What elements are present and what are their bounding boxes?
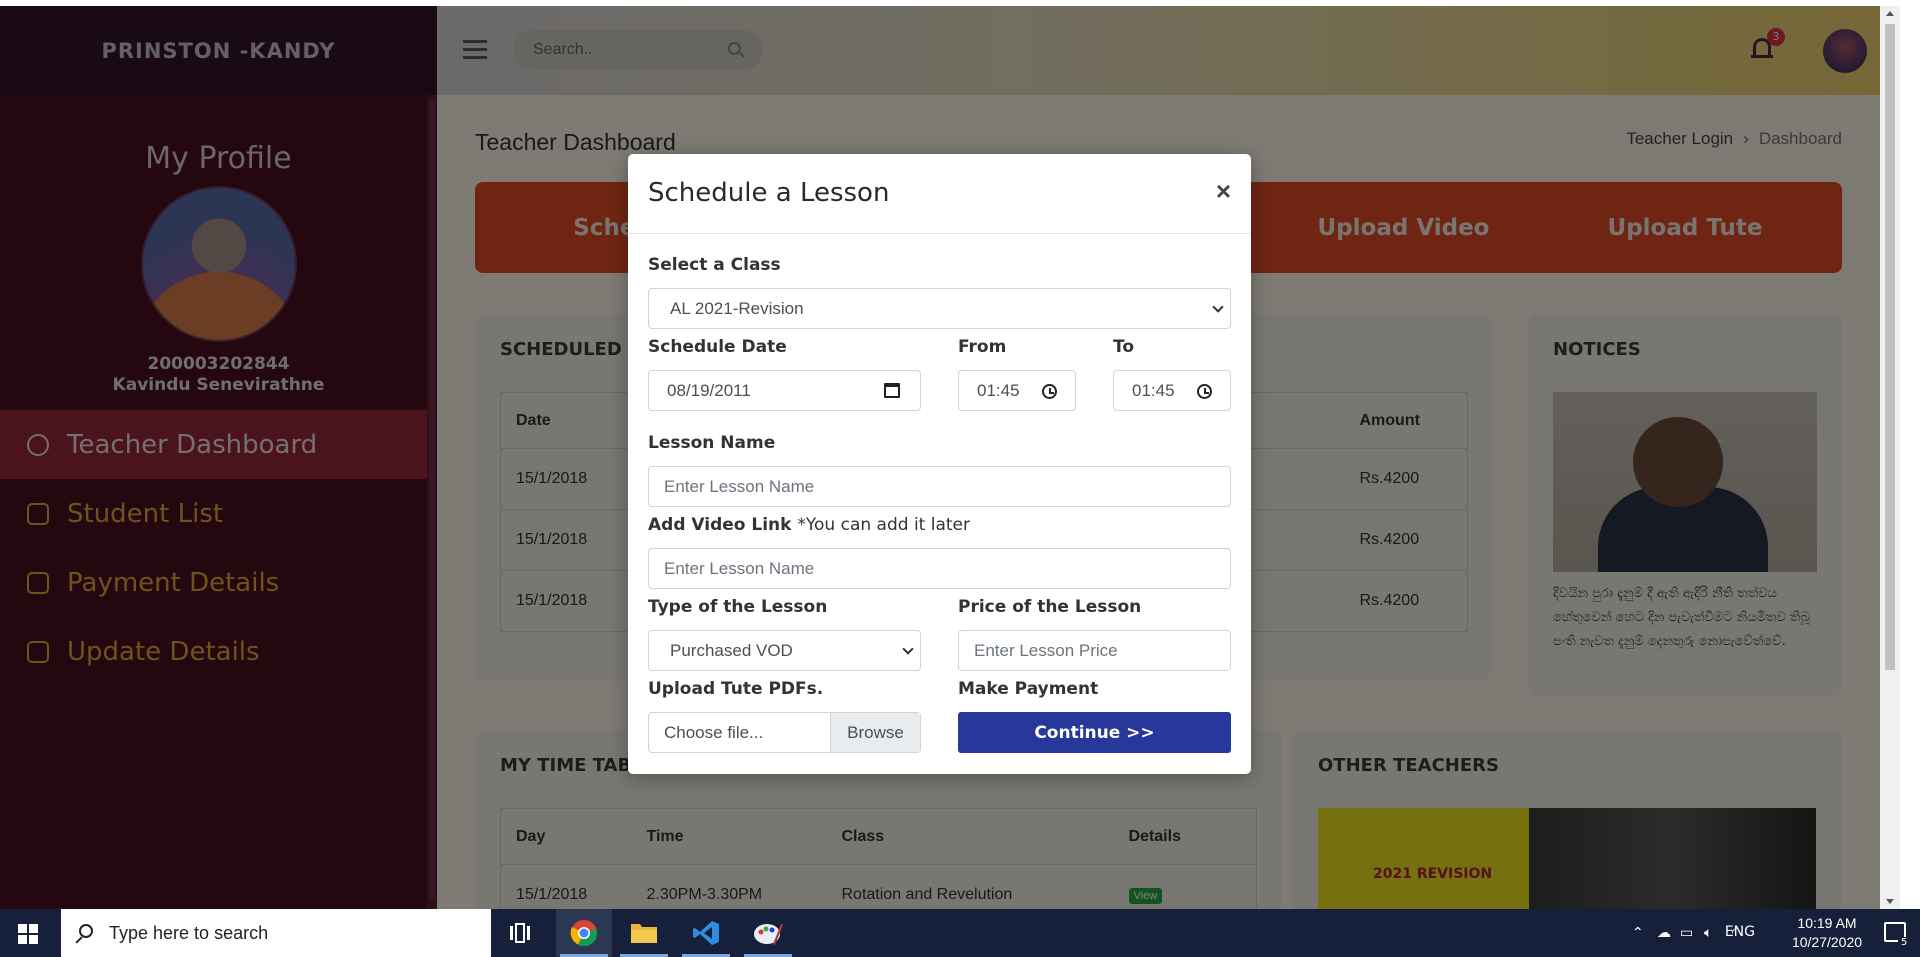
windows-start-icon[interactable] — [18, 924, 38, 944]
cloud-icon[interactable]: ☁ — [1657, 925, 1675, 941]
file-explorer-icon[interactable] — [616, 909, 672, 957]
notification-center-count: 5 — [1898, 937, 1910, 948]
page-scrollbar[interactable] — [1880, 6, 1900, 909]
clock-date: 10/27/2020 — [1791, 934, 1863, 950]
modal-title: Schedule a Lesson — [648, 178, 890, 208]
select-class-dropdown[interactable]: AL 2021-Revision — [648, 288, 1231, 329]
volume-icon[interactable]: 🔈︎ — [1704, 925, 1722, 941]
paint-icon[interactable] — [740, 909, 796, 957]
lesson-name-label: Lesson Name — [648, 433, 776, 453]
scroll-down-icon[interactable] — [1886, 899, 1894, 904]
select-class-label: Select a Class — [648, 255, 781, 275]
video-link-note: *You can add it later — [797, 515, 970, 535]
chevron-down-icon — [902, 643, 914, 655]
to-label: To — [1113, 337, 1135, 357]
schedule-date-value: 08/19/2011 — [667, 380, 751, 400]
from-time-input[interactable]: 01:45 — [958, 370, 1076, 411]
vscode-icon[interactable] — [678, 909, 734, 957]
lesson-type-value: Purchased VOD — [670, 640, 793, 660]
calendar-icon[interactable] — [884, 383, 900, 398]
lesson-type-label: Type of the Lesson — [648, 597, 828, 617]
scrollbar-thumb[interactable] — [1885, 24, 1895, 670]
file-upload-placeholder: Choose file... — [664, 722, 764, 742]
browse-button[interactable]: Browse — [830, 713, 920, 752]
task-view-icon[interactable] — [492, 909, 548, 957]
search-icon — [79, 924, 93, 938]
taskbar-search-box[interactable]: Type here to search — [61, 909, 491, 957]
modal-header: Schedule a Lesson × — [628, 154, 1251, 234]
windows-taskbar: Type here to search ⌃ ☁ ▭ 🔈︎ ◜ ENG 10:19… — [0, 909, 1920, 957]
upload-tute-label: Upload Tute PDFs. — [648, 679, 824, 699]
lesson-price-label: Price of the Lesson — [958, 597, 1142, 617]
video-link-label-text: Add Video Link — [648, 515, 792, 535]
file-upload-input[interactable]: Choose file... Browse — [648, 712, 921, 753]
lesson-type-dropdown[interactable]: Purchased VOD — [648, 630, 921, 671]
clock-time: 10:19 AM — [1797, 915, 1857, 931]
chrome-icon[interactable] — [556, 909, 612, 957]
video-link-label: Add Video Link *You can add it later — [648, 515, 970, 535]
video-link-input[interactable]: Enter Lesson Name — [648, 548, 1231, 589]
scroll-up-icon[interactable] — [1886, 11, 1894, 16]
from-time-value: 01:45 — [977, 380, 1020, 400]
battery-icon[interactable]: ▭ — [1680, 925, 1698, 941]
notification-center-icon[interactable]: 5 — [1884, 922, 1910, 948]
chevron-up-icon[interactable]: ⌃ — [1632, 925, 1650, 941]
schedule-lesson-modal: Schedule a Lesson × Select a Class AL 20… — [628, 154, 1251, 774]
to-time-input[interactable]: 01:45 — [1113, 370, 1231, 411]
to-time-value: 01:45 — [1132, 380, 1175, 400]
taskbar-search-text: Type here to search — [109, 922, 269, 943]
taskbar-clock[interactable]: 10:19 AM 10/27/2020 — [1782, 914, 1872, 952]
schedule-date-input[interactable]: 08/19/2011 — [648, 370, 921, 411]
clock-icon[interactable] — [1197, 384, 1212, 399]
clock-icon[interactable] — [1042, 384, 1057, 399]
from-label: From — [958, 337, 1007, 357]
continue-button[interactable]: Continue >> — [958, 712, 1231, 753]
lesson-name-input[interactable]: Enter Lesson Name — [648, 466, 1231, 507]
app-window: PRINSTON -KANDY My Profile 200003202844 … — [0, 6, 1900, 909]
language-indicator[interactable]: ENG — [1725, 924, 1755, 940]
select-class-value: AL 2021-Revision — [670, 298, 804, 318]
make-payment-label: Make Payment — [958, 679, 1099, 699]
schedule-date-label: Schedule Date — [648, 337, 787, 357]
chevron-down-icon — [1212, 301, 1224, 313]
lesson-price-input[interactable]: Enter Lesson Price — [958, 630, 1231, 671]
close-icon[interactable]: × — [1216, 176, 1231, 207]
